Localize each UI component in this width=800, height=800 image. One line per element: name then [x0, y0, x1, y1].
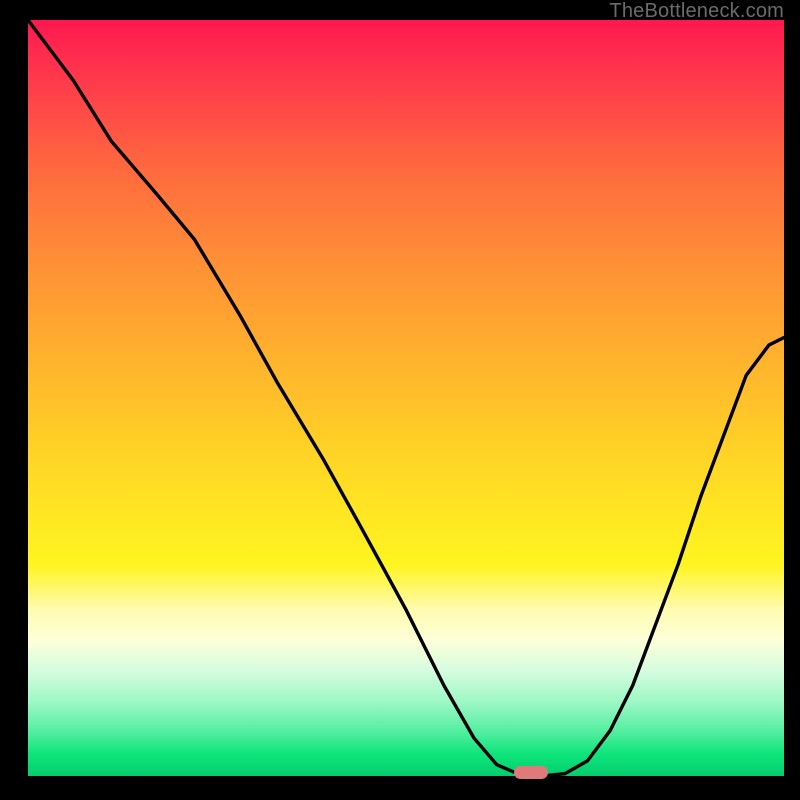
watermark-text: TheBottleneck.com: [609, 0, 784, 23]
optimal-marker: [514, 766, 548, 779]
chart-frame: TheBottleneck.com: [0, 0, 800, 800]
plot-area: [28, 20, 784, 776]
